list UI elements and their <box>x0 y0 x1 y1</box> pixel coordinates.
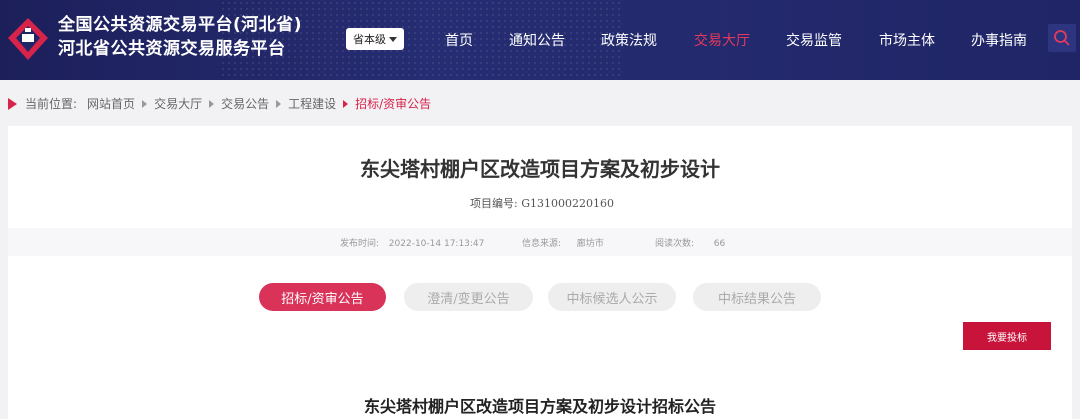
submit-bid-button[interactable]: 我要投标 <box>963 322 1051 350</box>
breadcrumb-separator-icon <box>343 99 349 108</box>
view-count: 阅读次数: 66 <box>655 236 725 249</box>
project-number: 项目编号: G131000220160 <box>470 195 614 211</box>
breadcrumb: 当前位置: 网站首页 交易大厅 交易公告 工程建设 招标/资审公告 <box>8 95 431 112</box>
nav-policies[interactable]: 政策法规 <box>601 30 657 50</box>
info-source-label: 信息来源: <box>522 239 562 249</box>
publish-time: 发布时间: 2022-10-14 17:13:47 <box>340 236 484 249</box>
nav-market-entities[interactable]: 市场主体 <box>879 30 935 50</box>
brand-line1: 全国公共资源交易平台(河北省) <box>58 15 303 35</box>
tab-clarification-notice[interactable]: 澄清/变更公告 <box>404 283 533 311</box>
location-pin-icon <box>8 97 17 110</box>
breadcrumb-current: 招标/资审公告 <box>355 97 432 111</box>
breadcrumb-prefix: 当前位置: <box>25 97 78 111</box>
breadcrumb-separator-icon <box>276 99 282 108</box>
breadcrumb-announcements[interactable]: 交易公告 <box>221 95 269 112</box>
tab-tender-notice[interactable]: 招标/资审公告 <box>259 283 386 311</box>
breadcrumb-separator-icon <box>209 99 215 108</box>
brand-line2: 河北省公共资源交易服务平台 <box>58 39 286 59</box>
view-count-label: 阅读次数: <box>655 239 695 249</box>
nav-trading-hall[interactable]: 交易大厅 <box>694 30 750 50</box>
view-count-value: 66 <box>713 239 726 249</box>
info-source: 信息来源: 廊坊市 <box>522 236 604 249</box>
tab-award-result[interactable]: 中标结果公告 <box>693 283 821 311</box>
breadcrumb-construction[interactable]: 工程建设 <box>288 95 336 112</box>
breadcrumb-trading-hall[interactable]: 交易大厅 <box>154 95 202 112</box>
site-header: 全国公共资源交易平台(河北省) 河北省公共资源交易服务平台 省本级 首页 通知公… <box>0 0 1080 80</box>
project-number-value: G131000220160 <box>521 197 614 210</box>
breadcrumb-separator-icon <box>142 99 148 108</box>
info-source-value: 廊坊市 <box>576 239 604 249</box>
nav-service-guide[interactable]: 办事指南 <box>971 30 1027 50</box>
nav-supervision[interactable]: 交易监管 <box>786 30 842 50</box>
chevron-down-icon <box>389 36 397 42</box>
notice-title: 东尖塔村棚户区改造项目方案及初步设计招标公告 <box>363 397 716 416</box>
site-logo-icon[interactable] <box>6 16 50 62</box>
level-select[interactable]: 省本级 <box>346 28 404 50</box>
publish-time-value: 2022-10-14 17:13:47 <box>388 239 485 249</box>
nav-notices[interactable]: 通知公告 <box>509 30 565 50</box>
nav-home[interactable]: 首页 <box>445 30 473 50</box>
level-select-label: 省本级 <box>353 33 386 46</box>
brand-title[interactable]: 全国公共资源交易平台(河北省) 河北省公共资源交易服务平台 <box>58 14 302 62</box>
search-icon <box>1054 30 1070 46</box>
tab-candidate-publicity[interactable]: 中标候选人公示 <box>548 283 676 311</box>
publish-time-label: 发布时间: <box>340 239 380 249</box>
search-button[interactable] <box>1048 24 1076 52</box>
project-number-label: 项目编号: <box>470 197 518 210</box>
page-title: 东尖塔村棚户区改造项目方案及初步设计 <box>360 157 720 181</box>
breadcrumb-home[interactable]: 网站首页 <box>87 95 135 112</box>
